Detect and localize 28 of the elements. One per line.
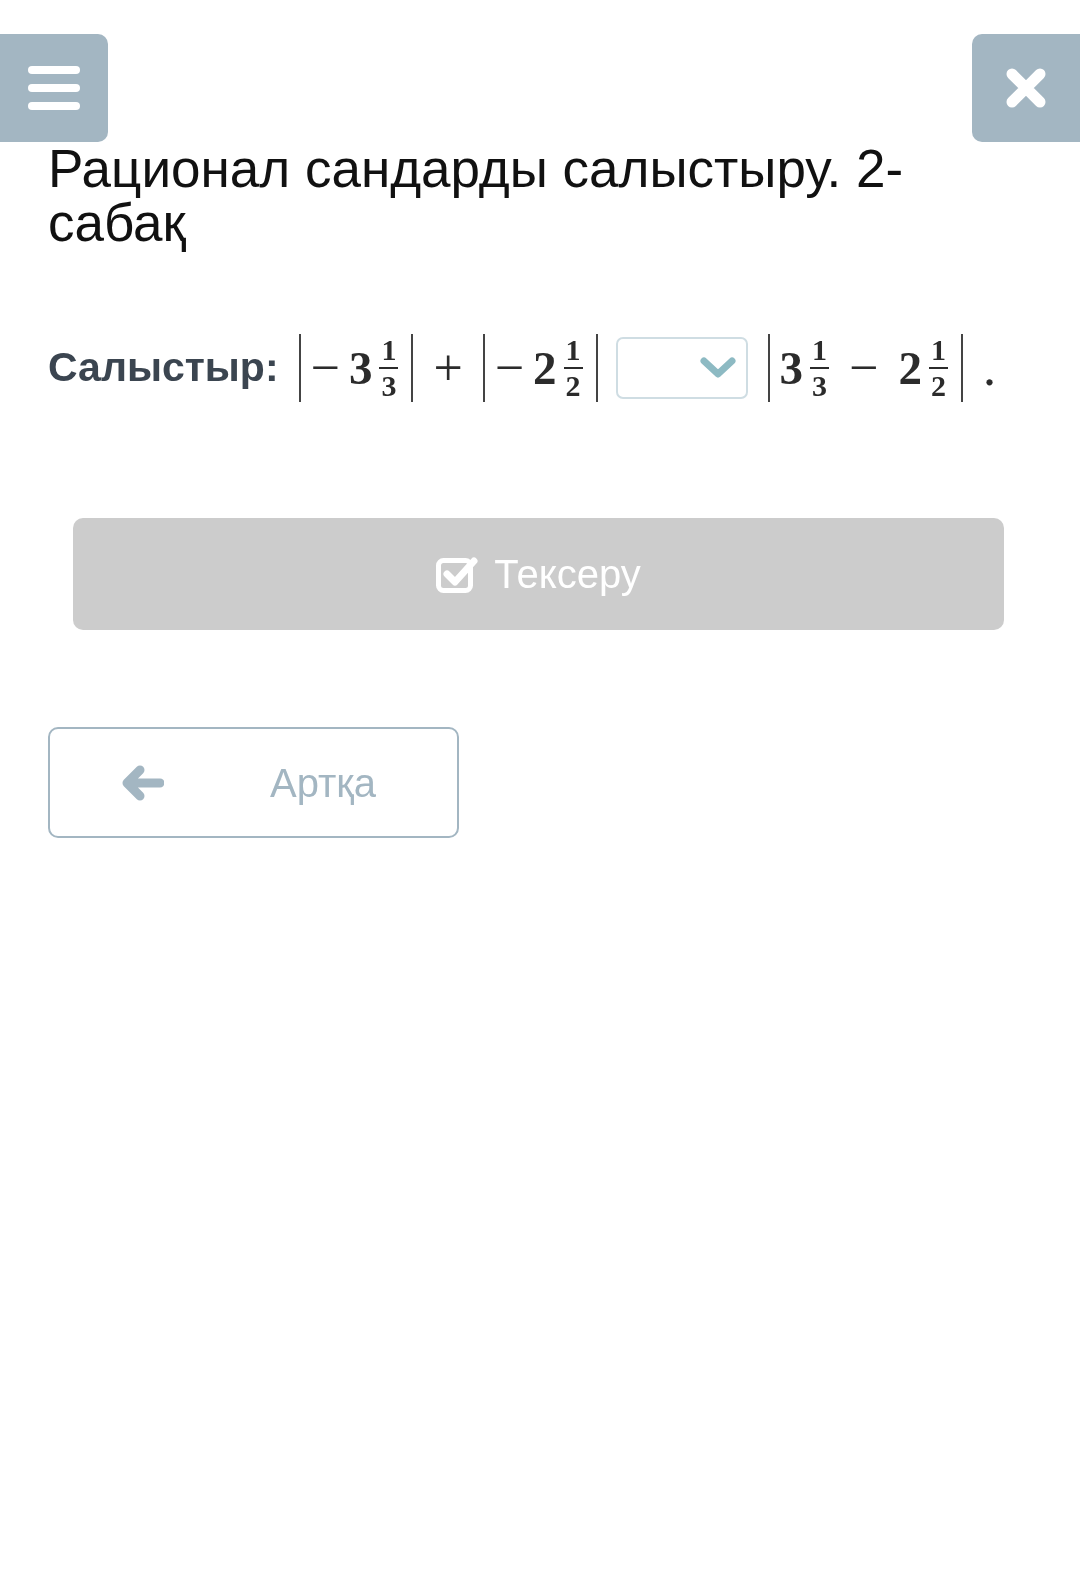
fraction-denominator: 3 [380, 369, 398, 401]
whole-number: 2 [533, 344, 557, 392]
menu-icon [28, 66, 80, 110]
whole-number: 3 [779, 344, 804, 392]
fraction-denominator: 2 [564, 369, 582, 401]
fraction-denominator: 2 [929, 369, 947, 401]
whole-number: 2 [898, 344, 922, 392]
fraction-numerator: 1 [563, 335, 583, 369]
lesson-title: Рационал сандарды салыстыру. 2-сабақ [47, 142, 905, 250]
math-operator: − [310, 342, 340, 394]
menu-button[interactable] [0, 34, 108, 142]
fraction-numerator: 1 [379, 335, 399, 369]
close-icon [1006, 68, 1046, 108]
arrow-left-icon [122, 764, 164, 801]
back-button[interactable]: Артқа [48, 727, 459, 838]
math-operator: + [433, 342, 463, 394]
math-operator: . [982, 342, 996, 394]
chevron-down-icon [699, 357, 736, 379]
math-operator: − [494, 342, 525, 394]
whole-number: 3 [348, 344, 373, 392]
answer-dropdown[interactable] [615, 337, 748, 399]
fraction-numerator: 1 [928, 335, 948, 369]
close-button[interactable] [972, 34, 1080, 142]
checkbox-tick-icon [436, 555, 479, 593]
question-label: Салыстыр: [48, 343, 279, 393]
fraction-denominator: 3 [811, 369, 829, 401]
math-operator: − [849, 342, 879, 394]
fraction-numerator: 1 [810, 335, 830, 369]
